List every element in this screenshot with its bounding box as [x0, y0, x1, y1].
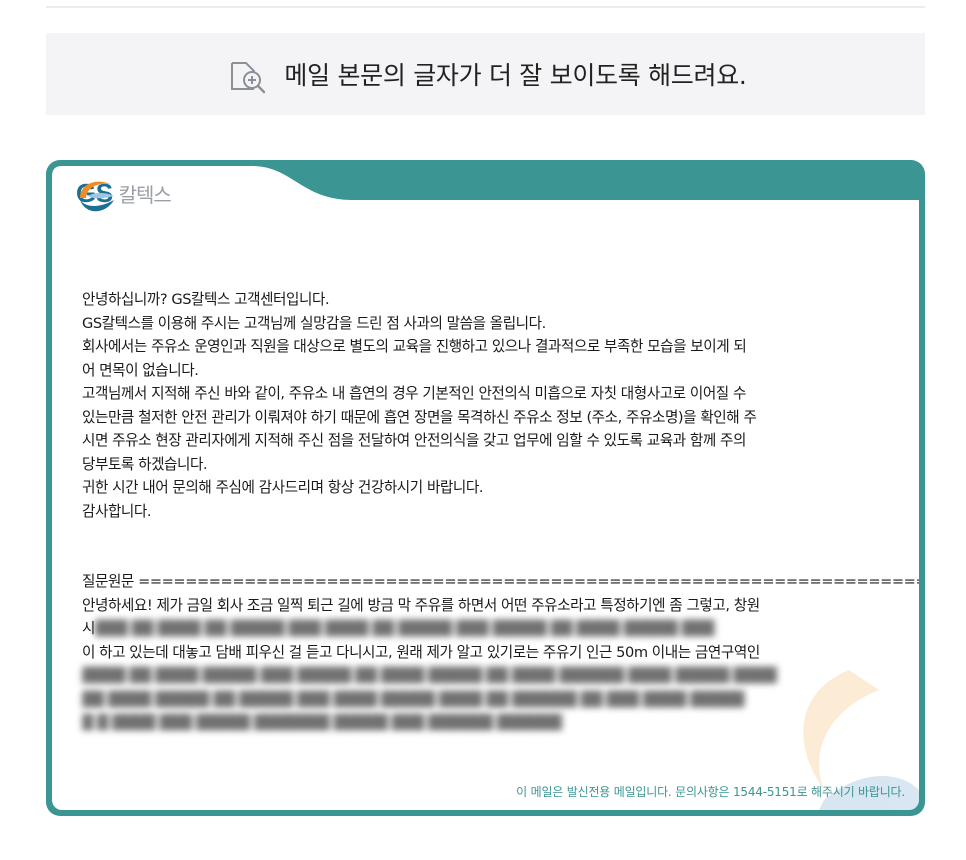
mail-text: 안녕하십니까? GS칼텍스 고객센터입니다. GS칼텍스를 이용해 주시는 고객…: [82, 288, 919, 735]
reply-line: 있는만큼 철저한 안전 관리가 이뤄져야 하기 때문에 흡연 장면을 목격하신 …: [82, 408, 757, 426]
question-header: 질문원문 ===================================…: [82, 573, 919, 590]
question-line: 안녕하세요! 제가 금일 회사 조금 일찍 퇴근 길에 방금 막 주유를 하면서…: [82, 596, 760, 614]
reply-line: 회사에서는 주유소 운영인과 직원을 대상으로 별도의 교육을 진행하고 있으나…: [82, 338, 747, 355]
reply-line: 감사합니다.: [82, 502, 152, 520]
zoom-in-icon: [231, 62, 266, 94]
reply-line: 당부토록 하겠습니다.: [82, 455, 208, 473]
redacted-text: ▓▓▓▓ ▓▓ ▓▓▓▓ ▓▓▓▓▓ ▓▓▓ ▓▓▓▓▓ ▓▓ ▓▓▓▓ ▓▓▓…: [82, 667, 777, 684]
logo-brand-kr: 칼텍스: [118, 183, 172, 207]
redacted-text: ▓▓ ▓▓▓▓ ▓▓▓▓▓ ▓▓ ▓▓▓▓▓ ▓▓▓ ▓▓▓▓ ▓▓▓▓▓ ▓▓…: [82, 690, 744, 708]
zoom-banner-label: 메일 본문의 글자가 더 잘 보이도록 해드려요.: [284, 61, 747, 90]
top-divider: [46, 6, 925, 8]
mail-body-frame: 안녕하십니까? GS칼텍스 고객센터입니다. GS칼텍스를 이용해 주시는 고객…: [46, 160, 925, 816]
reply-line: 귀한 시간 내어 문의해 주심에 감사드리며 항상 건강하시기 바랍니다.: [82, 479, 484, 496]
redacted-text: ▓▓▓ ▓▓ ▓▓▓▓ ▓▓ ▓▓▓▓▓ ▓▓▓ ▓▓▓▓ ▓▓ ▓▓▓▓▓ ▓…: [94, 620, 714, 637]
question-line: 시▓▓▓ ▓▓ ▓▓▓▓ ▓▓ ▓▓▓▓▓ ▓▓▓ ▓▓▓▓ ▓▓ ▓▓▓▓▓ …: [82, 620, 714, 637]
reply-line: 고객님께서 지적해 주신 바와 같이, 주유소 내 흡연의 경우 기본적인 안전…: [82, 385, 746, 402]
text-zoom-banner[interactable]: 메일 본문의 글자가 더 잘 보이도록 해드려요.: [46, 33, 925, 115]
send-only-notice: 이 메일은 발신전용 메일입니다. 문의사항은 1544-5151로 해주시기 …: [516, 785, 905, 799]
reply-line: 어 면목이 없습니다.: [82, 361, 199, 379]
redacted-text: ▓ ▓ ▓▓▓▓ ▓▓▓ ▓▓▓▓▓ ▓▓▓▓▓▓▓ ▓▓▓▓▓ ▓▓▓ ▓▓▓…: [82, 714, 562, 731]
reply-line: 안녕하십니까? GS칼텍스 고객센터입니다.: [82, 291, 330, 308]
logo-tab: GS 칼텍스: [52, 166, 382, 222]
reply-line: GS칼텍스를 이용해 주시는 고객님께 실망감을 드린 점 사과의 말씀을 올립…: [82, 314, 546, 332]
mail-content: 안녕하십니까? GS칼텍스 고객센터입니다. GS칼텍스를 이용해 주시는 고객…: [52, 200, 919, 810]
gs-caltex-logo: GS 칼텍스: [76, 178, 172, 212]
reply-line: 시면 주유소 현장 관리자에게 지적해 주신 점을 전달하여 안전의식을 갖고 …: [82, 432, 746, 449]
question-line: 이 하고 있는데 대놓고 담배 피우신 걸 듣고 다니시고, 원래 제가 알고 …: [82, 643, 760, 661]
gs-caltex-symbol-icon: [80, 181, 114, 212]
